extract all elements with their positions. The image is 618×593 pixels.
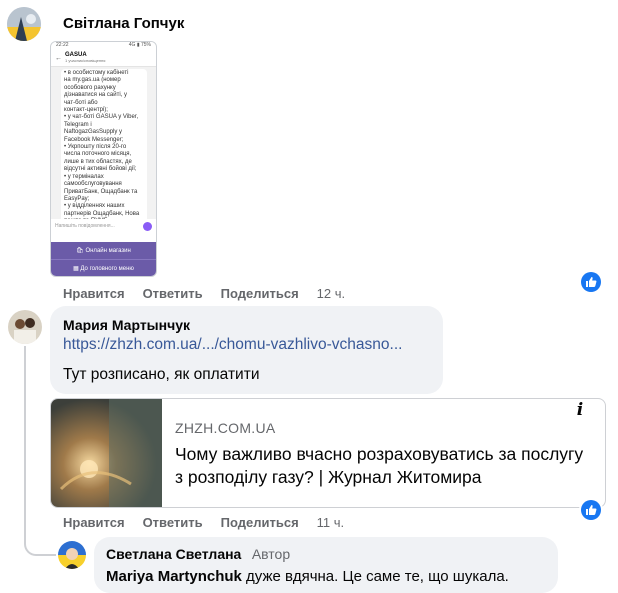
comment-bubble: Мария Мартынчук https://zhzh.com.ua/.../… xyxy=(50,306,443,394)
phone-emoji-row xyxy=(51,233,156,242)
author-badge: Автор xyxy=(251,546,291,562)
like-reaction-icon[interactable] xyxy=(581,500,601,520)
phone-message-text: • в особистому кабінеті на my.gas.ua (но… xyxy=(61,69,147,219)
phone-chat-subtitle: 1 учасник/сповіщення xyxy=(65,58,106,63)
phone-input-bar: Напишіть повідомлення... xyxy=(51,219,156,233)
link-preview-image xyxy=(51,399,162,507)
comment-timestamp[interactable]: 11 ч. xyxy=(317,515,345,530)
share-button[interactable]: Поделиться xyxy=(221,286,299,301)
phone-status-right: 4G ▮ 75% xyxy=(128,42,151,48)
comment-author[interactable]: Светлана Светлана xyxy=(106,546,241,562)
phone-status-bar: 22:22 4G ▮ 75% xyxy=(51,42,156,50)
share-button[interactable]: Поделиться xyxy=(221,515,299,530)
online-store-button: 🛍 Онлайн магазин xyxy=(51,242,156,260)
reply-button[interactable]: Ответить xyxy=(143,515,203,530)
attached-phone-screenshot[interactable]: 22:22 4G ▮ 75% ← GASUA 1 учасник/сповіще… xyxy=(50,41,157,277)
comment-timestamp[interactable]: 12 ч. xyxy=(317,286,345,301)
send-icon xyxy=(143,221,152,231)
phone-chat-header: ← GASUA 1 учасник/сповіщення xyxy=(51,50,156,67)
reply-bubble: Светлана Светлана Автор Mariya Martynchu… xyxy=(94,537,558,593)
avatar-image xyxy=(58,541,86,569)
comment-actions: Нравится Ответить Поделиться 12 ч. xyxy=(63,285,363,303)
link-preview-card[interactable]: ZHZH.COM.UA Чому важливо вчасно розрахов… xyxy=(50,398,606,508)
avatar-svetlana-svetlana[interactable] xyxy=(58,541,86,569)
comment-author[interactable]: Світлана Гопчук xyxy=(63,15,184,32)
reply-text: дуже вдячна. Це саме те, що шукала. xyxy=(241,568,509,585)
reply-button[interactable]: Ответить xyxy=(143,286,203,301)
avatar-svitlana-hopchuk[interactable] xyxy=(7,7,41,41)
back-arrow-icon: ← xyxy=(55,54,62,62)
main-menu-button: ▦ До головного меню xyxy=(51,260,156,276)
phone-chat-body: • в особистому кабінеті на my.gas.ua (но… xyxy=(51,67,156,219)
like-button[interactable]: Нравится xyxy=(63,515,125,530)
avatar-mariya-martynchuk[interactable] xyxy=(8,310,42,344)
like-button[interactable]: Нравится xyxy=(63,286,125,301)
avatar-image xyxy=(8,310,42,344)
phone-status-time: 22:22 xyxy=(56,42,69,48)
reply-thread-line xyxy=(24,346,56,556)
link-preview-domain: ZHZH.COM.UA xyxy=(175,420,276,436)
link-preview-title: Чому важливо вчасно розраховуватись за п… xyxy=(175,444,584,487)
comment-author[interactable]: Мария Мартынчук xyxy=(63,317,190,333)
like-reaction-icon[interactable] xyxy=(581,272,601,292)
comment-link[interactable]: https://zhzh.com.ua/.../chomu-vazhlivo-v… xyxy=(63,336,402,354)
avatar-image xyxy=(7,7,41,41)
phone-input-placeholder: Напишіть повідомлення... xyxy=(55,223,115,229)
info-icon[interactable]: i xyxy=(567,399,593,421)
mention-link[interactable]: Mariya Martynchuk xyxy=(106,568,242,585)
comment-actions: Нравится Ответить Поделиться 11 ч. xyxy=(63,514,362,532)
comment-text: Тут розписано, як оплатити xyxy=(63,366,260,383)
